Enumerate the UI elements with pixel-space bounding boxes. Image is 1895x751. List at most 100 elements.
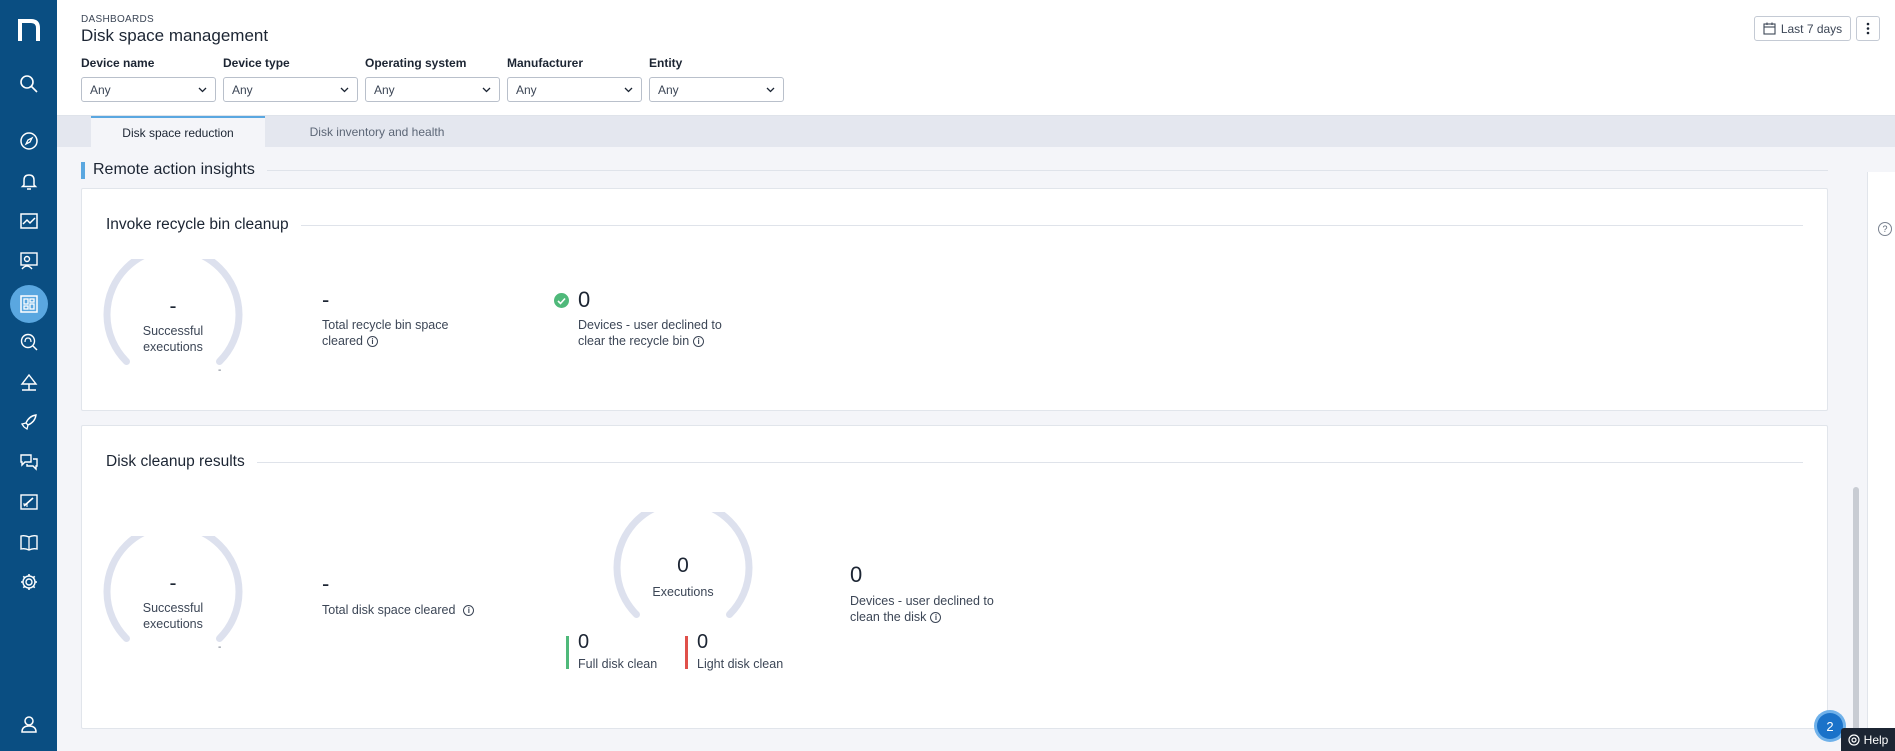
rocket-icon[interactable] xyxy=(13,406,45,438)
full-clean-label: Full disk clean xyxy=(578,657,658,671)
gauge-min-label: - xyxy=(218,365,222,376)
full-clean-color-bar xyxy=(566,636,569,669)
filter-operating-system: Operating system Any xyxy=(365,56,500,102)
info-icon[interactable]: i xyxy=(463,605,475,617)
recycle-space-label: cleared i xyxy=(322,333,378,349)
recycle-bin-card: Invoke recycle bin cleanup - Successful … xyxy=(81,188,1828,411)
more-options-button[interactable] xyxy=(1856,16,1880,41)
info-icon[interactable]: i xyxy=(693,336,705,348)
filter-label: Device type xyxy=(223,56,290,70)
chevron-down-icon xyxy=(340,87,349,92)
help-button[interactable]: Help xyxy=(1841,728,1895,751)
device-type-select[interactable]: Any xyxy=(223,77,358,102)
people-search-icon[interactable] xyxy=(13,245,45,277)
select-value: Any xyxy=(516,82,537,97)
edit-chart-icon[interactable] xyxy=(13,486,45,518)
label-text: clean the disk xyxy=(850,610,927,624)
nexthink-logo[interactable] xyxy=(14,12,44,46)
sidebar xyxy=(0,0,57,751)
help-label: Help xyxy=(1863,732,1889,747)
card-title: Invoke recycle bin cleanup xyxy=(106,216,289,233)
chevron-down-icon xyxy=(482,87,491,92)
chevron-down-icon xyxy=(766,87,775,92)
gear-icon[interactable] xyxy=(13,566,45,598)
chart-icon[interactable] xyxy=(13,205,45,237)
select-value: Any xyxy=(374,82,395,97)
breadcrumb[interactable]: DASHBOARDS xyxy=(81,14,154,25)
select-value: Any xyxy=(232,82,253,97)
card-header: Disk cleanup results xyxy=(106,453,1803,471)
declined-disk-label: clean the disk i xyxy=(850,609,942,625)
gauge-value: - xyxy=(169,295,177,318)
tab-disk-inventory-and-health[interactable]: Disk inventory and health xyxy=(277,116,477,147)
info-icon[interactable]: i xyxy=(367,336,378,348)
gauge-label-line2: executions xyxy=(143,617,203,631)
device-name-select[interactable]: Any xyxy=(81,77,216,102)
filter-manufacturer: Manufacturer Any xyxy=(507,56,642,102)
filter-label: Entity xyxy=(649,56,683,70)
gauge-label-line1: Successful xyxy=(142,601,204,615)
declined-disk-value: 0 xyxy=(850,562,863,587)
divider xyxy=(256,461,1803,463)
declined-recycle-value: 0 xyxy=(578,287,591,312)
tab-disk-space-reduction[interactable]: Disk space reduction xyxy=(91,116,265,147)
check-circle-icon xyxy=(554,293,569,308)
right-panel xyxy=(1867,172,1895,751)
chevron-down-icon xyxy=(624,87,633,92)
label-text: Total disk space cleared xyxy=(322,603,456,617)
light-clean-color-bar xyxy=(685,636,688,669)
executions-gauge: 0 Executions xyxy=(608,512,758,642)
info-icon[interactable]: i xyxy=(930,612,942,624)
filter-label: Operating system xyxy=(365,56,467,70)
gauge-min-label: - xyxy=(218,642,222,653)
dashboard-icon[interactable] xyxy=(10,285,48,323)
gauge-label-line2: executions xyxy=(143,340,203,354)
fingerprint-search-icon[interactable] xyxy=(13,326,45,358)
question-circle-icon[interactable]: ? xyxy=(1878,222,1892,236)
successful-executions-gauge: - Successful executions - xyxy=(98,536,248,666)
date-range-button[interactable]: Last 7 days xyxy=(1754,16,1851,41)
label-text: clear the recycle bin xyxy=(578,334,690,348)
scrollbar[interactable] xyxy=(1853,487,1859,732)
bell-icon[interactable] xyxy=(13,165,45,197)
successful-executions-gauge: - Successful executions - xyxy=(98,259,248,389)
filter-label: Device name xyxy=(81,56,155,70)
chat-icon[interactable] xyxy=(13,446,45,478)
disk-space-cleared-label: Total disk space cleared i xyxy=(322,602,475,618)
book-icon[interactable] xyxy=(13,526,45,558)
disk-cleanup-card: Disk cleanup results - Successful execut… xyxy=(81,425,1828,729)
manufacturer-select[interactable]: Any xyxy=(507,77,642,102)
light-clean-label: Light disk clean xyxy=(697,657,784,671)
filter-device-name: Device name Any xyxy=(81,56,216,102)
user-icon[interactable] xyxy=(13,708,45,740)
chevron-down-icon xyxy=(198,87,207,92)
notification-badge[interactable]: 2 xyxy=(1817,713,1843,739)
recycle-space-label-line1: Total recycle bin space xyxy=(322,318,449,332)
section-accent-bar xyxy=(81,161,85,179)
date-range-label: Last 7 days xyxy=(1780,21,1843,36)
tree-icon[interactable] xyxy=(13,366,45,398)
select-value: Any xyxy=(90,82,111,97)
divider xyxy=(266,169,1828,171)
page-header: DASHBOARDS Disk space management Last 7 … xyxy=(57,0,1895,116)
operating-system-select[interactable]: Any xyxy=(365,77,500,102)
filter-device-type: Device type Any xyxy=(223,56,358,102)
gauge-value: - xyxy=(169,572,177,595)
gauge-label: Executions xyxy=(652,585,714,599)
declined-disk-label-line1: Devices - user declined to xyxy=(850,594,994,608)
declined-recycle-label-line1: Devices - user declined to xyxy=(578,318,722,332)
compass-icon[interactable] xyxy=(13,125,45,157)
gauge-label-line1: Successful xyxy=(142,324,204,338)
gauge-value: 0 xyxy=(677,554,689,577)
declined-recycle-label: clear the recycle bin i xyxy=(578,333,705,349)
card-title: Disk cleanup results xyxy=(106,453,245,470)
entity-select[interactable]: Any xyxy=(649,77,784,102)
lifebuoy-icon xyxy=(1848,733,1860,746)
section-header: Remote action insights xyxy=(81,160,1828,180)
light-clean-value: 0 xyxy=(697,631,709,653)
search-icon[interactable] xyxy=(13,68,45,100)
filter-entity: Entity Any xyxy=(649,56,784,102)
tab-bar: Disk space reduction Disk inventory and … xyxy=(57,116,1895,147)
section-title: Remote action insights xyxy=(93,161,255,178)
divider xyxy=(300,224,1803,226)
